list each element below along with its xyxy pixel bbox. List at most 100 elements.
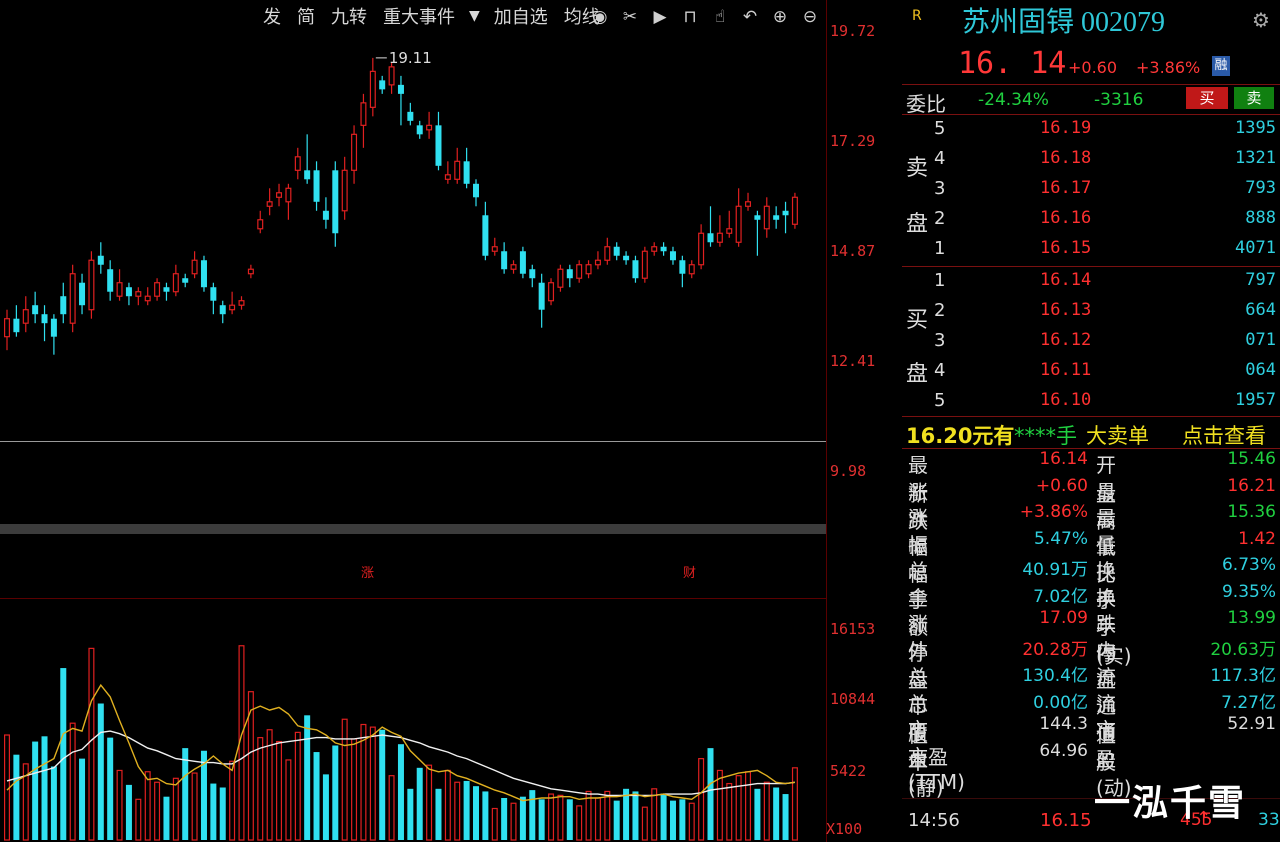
volume-bar <box>791 767 798 841</box>
candle-body <box>473 183 479 198</box>
toolbar-item-jian[interactable]: 简 <box>289 3 323 29</box>
kline-chart-area[interactable]: 19.11 发 简 九转 重大事件 ▼ 加自选 均线 ◉ ✂ ▶ ⊓ ☝ ↶ ⊕… <box>0 0 826 842</box>
chevron-down-icon[interactable]: ▼ <box>463 8 486 24</box>
order-level: 3 <box>934 178 946 199</box>
volume-axis-label: 16153 <box>830 620 876 638</box>
candle-body <box>163 287 170 292</box>
candle-body <box>660 246 667 252</box>
zoom-in-icon[interactable]: ⊕ <box>768 6 792 28</box>
volume-bar <box>304 715 311 840</box>
quote-value: 16.21 <box>1227 475 1276 496</box>
volume-bar <box>444 769 451 841</box>
candle-body <box>360 102 367 126</box>
weibi-pct: -24.34% <box>978 90 1049 110</box>
undo-icon[interactable]: ↶ <box>738 6 762 28</box>
sell-order-row[interactable]: 2 16.16 888 <box>934 208 1278 234</box>
sell-order-row[interactable]: 1 16.15 4071 <box>934 238 1278 264</box>
watermark: 一泓千雪 <box>1094 783 1247 824</box>
pane-divider[interactable] <box>0 524 826 534</box>
order-price: 16.10 <box>1040 390 1092 410</box>
candle-body <box>585 264 592 275</box>
candle-body <box>463 161 470 184</box>
buy-order-row[interactable]: 5 16.10 1957 <box>934 390 1278 416</box>
toolbar-item-major-events[interactable]: 重大事件 <box>375 3 463 29</box>
lock-icon[interactable]: ⊓ <box>678 6 702 28</box>
volume-bar <box>107 737 114 840</box>
quote-value: 7.27亿 <box>1221 692 1276 713</box>
volume-bar <box>482 791 489 840</box>
candle-body <box>641 250 648 279</box>
volume-bar <box>566 799 573 840</box>
candle-body <box>501 251 508 270</box>
buy-order-row[interactable]: 4 16.11 064 <box>934 360 1278 386</box>
gear-icon[interactable]: ⚙ <box>1252 8 1270 32</box>
buy-order-row[interactable]: 2 16.13 664 <box>934 300 1278 326</box>
event-marker-zhang[interactable]: 涨 <box>361 562 374 581</box>
buy-button[interactable]: 买 <box>1186 87 1228 109</box>
stock-title[interactable]: 苏州固锝 002079 <box>962 0 1165 40</box>
volume-bar <box>332 745 339 840</box>
candle-body <box>716 232 723 243</box>
volume-bar <box>60 668 67 840</box>
quote-value: 13.99 <box>1227 608 1276 628</box>
scissors-icon[interactable]: ✂ <box>618 6 642 28</box>
quote-value: 52.91 <box>1227 714 1276 734</box>
chart-toolbar: 发 简 九转 重大事件 ▼ 加自选 均线 <box>255 0 608 32</box>
candle-body <box>397 84 404 94</box>
zoom-out-icon[interactable]: ⊖ <box>798 6 822 28</box>
volume-bar <box>519 796 526 840</box>
sell-order-row[interactable]: 5 16.19 1395 <box>934 118 1278 144</box>
candle-body <box>210 287 217 301</box>
toolbar-item-jiuzhuan[interactable]: 九转 <box>323 3 375 29</box>
margin-trading-badge[interactable]: 融 <box>1212 56 1230 76</box>
volume-bar <box>397 744 404 840</box>
candle-body <box>22 309 29 324</box>
candle-body <box>229 304 236 311</box>
volume-bar <box>276 740 283 841</box>
tick-count: 33 <box>1258 810 1280 830</box>
divider <box>902 114 1280 115</box>
hand-icon[interactable]: ☝ <box>708 6 732 28</box>
volume-bar <box>707 748 714 840</box>
volume-bar <box>613 800 620 840</box>
sell-button[interactable]: 卖 <box>1234 87 1274 109</box>
candle-body <box>294 156 301 171</box>
volume-bar <box>351 738 358 841</box>
toolbar-item-add-watchlist[interactable]: 加自选 <box>486 3 556 29</box>
volume-bar <box>285 759 292 841</box>
candle-body <box>651 246 658 252</box>
candle-body <box>247 268 254 275</box>
kline-chart-svg[interactable]: 19.11 <box>0 0 826 842</box>
event-marker-cai[interactable]: 财 <box>683 562 696 581</box>
candle-body <box>322 210 329 220</box>
volume-bar <box>557 794 564 841</box>
eye-icon[interactable]: ◉ <box>588 6 612 28</box>
quote-value: 64.96 <box>1039 740 1088 761</box>
quote-label: 市盈(TTM) <box>908 744 965 794</box>
buy-side-label: 买 <box>906 308 929 333</box>
volume-bar <box>69 722 76 841</box>
candle-body <box>623 255 630 261</box>
candle-body <box>50 318 57 337</box>
candle-body <box>116 282 123 297</box>
candle-body <box>369 70 376 108</box>
candle-body <box>416 125 423 135</box>
candle-body <box>566 269 573 279</box>
toolbar-item-fa[interactable]: 发 <box>255 3 289 29</box>
volume-bar <box>313 752 320 840</box>
order-level: 1 <box>934 270 946 291</box>
big-order-link[interactable]: 点击查看 <box>1182 420 1266 450</box>
buy-order-row[interactable]: 1 16.14 797 <box>934 270 1278 296</box>
buy-order-row[interactable]: 3 16.12 071 <box>934 330 1278 356</box>
play-icon[interactable]: ▶ <box>648 6 672 28</box>
sell-order-row[interactable]: 4 16.18 1321 <box>934 148 1278 174</box>
candle-body <box>613 246 620 256</box>
big-order-banner[interactable]: 16.20元有 ****手 大卖单 点击查看 <box>906 420 1278 448</box>
divider <box>902 84 1280 85</box>
order-level: 5 <box>934 390 946 411</box>
volume-bar <box>407 788 414 840</box>
volume-bar <box>388 775 395 841</box>
sell-order-row[interactable]: 3 16.17 793 <box>934 178 1278 204</box>
candle-body <box>69 273 76 324</box>
quote-value: 20.28万 <box>1022 639 1088 660</box>
